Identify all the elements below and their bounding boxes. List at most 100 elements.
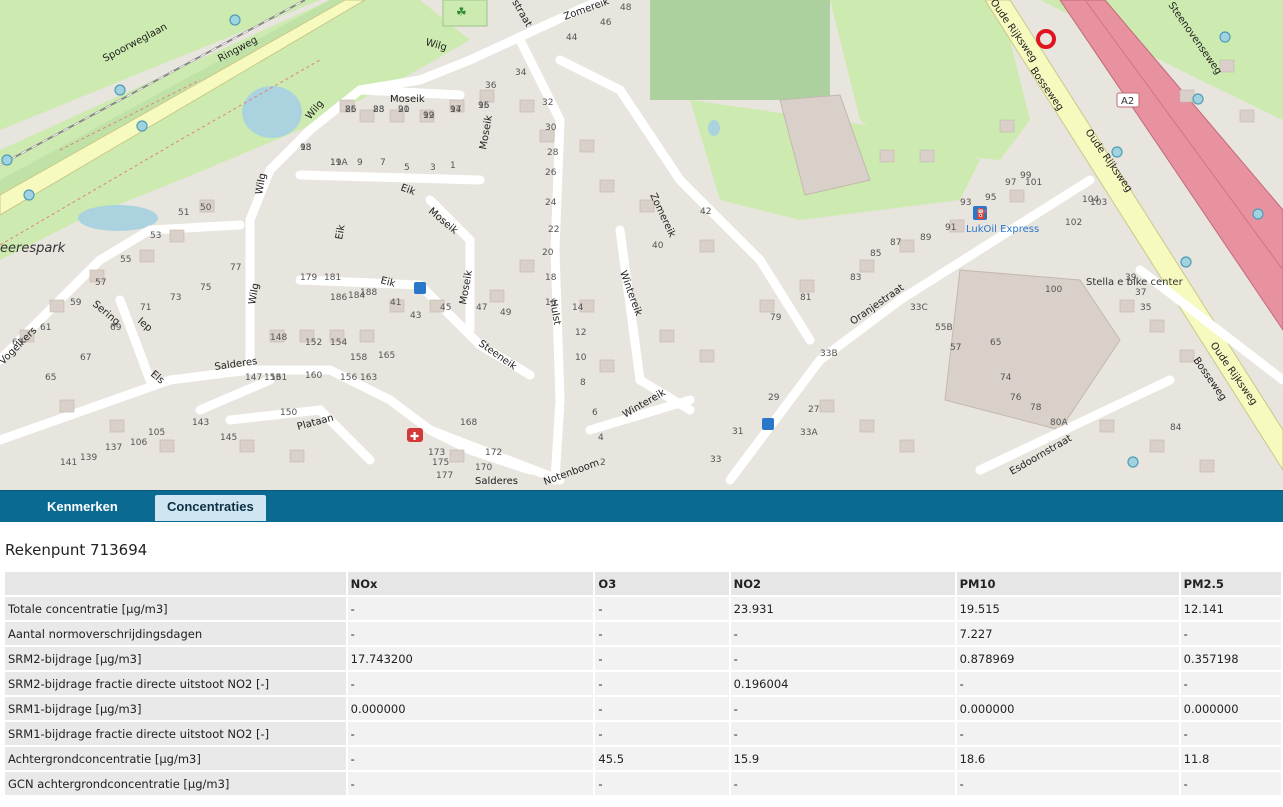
table-row: SRM1-bijdrage fractie directe uitstoot N… <box>5 722 1281 745</box>
street-label: Wilg <box>254 172 269 195</box>
cell-pm25: 0.000000 <box>1180 697 1281 720</box>
house-number-label: 27 <box>808 405 819 415</box>
table-row: SRM2-bijdrage [µg/m3] 17.743200 - - 0.87… <box>5 647 1281 670</box>
house-number-label: 95 <box>985 193 996 203</box>
house-number-label: 5 <box>404 163 410 173</box>
cell-nox: - <box>347 622 594 645</box>
cell-nox: - <box>347 597 594 620</box>
house-number-label: 93 <box>960 198 971 208</box>
cell-o3: - <box>595 672 729 695</box>
house-number-label: 177 <box>436 471 453 481</box>
row-label: SRM2-bijdrage [µg/m3] <box>5 647 346 670</box>
house-number-label: 61 <box>40 323 51 333</box>
cell-no2: 0.196004 <box>730 672 955 695</box>
house-number-label: 79 <box>770 313 782 323</box>
cell-pm10: - <box>956 772 1179 795</box>
cell-o3: - <box>595 722 729 745</box>
street-label: Moseik <box>390 94 425 105</box>
house-number-label: 8 <box>580 378 586 388</box>
cell-o3: 45.5 <box>595 747 729 770</box>
table-row: SRM2-bijdrage fractie directe uitstoot N… <box>5 672 1281 695</box>
row-label: Aantal normoverschrijdingsdagen <box>5 622 346 645</box>
tab-bar: Kenmerken Concentraties <box>0 490 1283 522</box>
cell-nox: - <box>347 747 594 770</box>
row-label: Achtergrondconcentratie [µg/m3] <box>5 747 346 770</box>
cell-no2: - <box>730 772 955 795</box>
house-number-label: 73 <box>170 293 181 303</box>
cell-nox: - <box>347 672 594 695</box>
column-header: O3 <box>595 572 729 595</box>
tab-concentraties[interactable]: Concentraties <box>155 495 266 521</box>
house-number-label: 179 <box>300 273 317 283</box>
house-number-label: 97 <box>1005 178 1016 188</box>
house-number-label: 170 <box>475 463 492 473</box>
house-number-label: 74 <box>1000 373 1012 383</box>
house-number-label: 22 <box>548 225 559 235</box>
cell-pm25: - <box>1180 622 1281 645</box>
house-number-label: 24 <box>545 198 557 208</box>
house-number-label: 139 <box>80 453 97 463</box>
cell-o3: - <box>595 622 729 645</box>
cell-pm10: 7.227 <box>956 622 1179 645</box>
house-number-label: 59 <box>70 298 82 308</box>
map-view[interactable]: Spoorweglaan Ringweg Wilg Wilg Wilg Wilg… <box>0 0 1283 490</box>
cell-o3: - <box>595 772 729 795</box>
street-label: Wilg <box>247 282 262 305</box>
house-number-label: 150 <box>280 408 297 418</box>
house-number-label: 80A <box>1050 418 1068 428</box>
svg-text:⛽: ⛽ <box>976 207 988 220</box>
house-number-label: 28 <box>547 148 559 158</box>
street-label: Moseik <box>478 114 495 150</box>
table-row: SRM1-bijdrage [µg/m3] 0.000000 - - 0.000… <box>5 697 1281 720</box>
street-label: Salderes <box>475 476 518 487</box>
cell-pm10: 18.6 <box>956 747 1179 770</box>
cell-no2: - <box>730 722 955 745</box>
cell-pm10: - <box>956 722 1179 745</box>
panel-title: Rekenpunt 713694 <box>5 541 148 559</box>
cell-pm10: 0.000000 <box>956 697 1179 720</box>
house-number-label: 47 <box>476 303 487 313</box>
cell-no2: - <box>730 647 955 670</box>
house-number-label: 84 <box>1170 423 1182 433</box>
cell-pm25: 11.8 <box>1180 747 1281 770</box>
house-number-label: 33 <box>710 455 721 465</box>
cell-o3: - <box>595 647 729 670</box>
house-number-label: 156 <box>340 373 357 383</box>
cell-o3: - <box>595 697 729 720</box>
house-number-label: 9 <box>357 158 363 168</box>
house-number-label: 40 <box>652 241 664 251</box>
highway-shield: A2 <box>1121 96 1134 107</box>
house-number-label: 175 <box>432 458 449 468</box>
house-number-label: 29 <box>768 393 780 403</box>
cell-nox: 0.000000 <box>347 697 594 720</box>
cell-no2: 15.9 <box>730 747 955 770</box>
house-number-label: 86 <box>345 105 357 115</box>
house-number-label: 147 <box>245 373 262 383</box>
svg-text:✚: ✚ <box>410 430 419 443</box>
house-number-label: 104 <box>1082 195 1099 205</box>
house-number-label: 81 <box>800 293 811 303</box>
row-label: SRM1-bijdrage [µg/m3] <box>5 697 346 720</box>
house-number-label: 165 <box>378 351 395 361</box>
tab-kenmerken[interactable]: Kenmerken <box>35 495 130 519</box>
selected-point-marker[interactable] <box>1036 29 1056 49</box>
cell-o3: - <box>595 597 729 620</box>
cell-nox: - <box>347 722 594 745</box>
house-number-label: 85 <box>870 249 881 259</box>
charging-station-icon <box>762 418 774 430</box>
house-number-label: 37 <box>1135 288 1146 298</box>
poi-fuel-label: LukOil Express <box>966 224 1039 235</box>
house-number-label: 7 <box>380 158 386 168</box>
house-number-label: 145 <box>220 433 237 443</box>
house-number-label: 75 <box>200 283 211 293</box>
house-number-label: 148 <box>270 333 287 343</box>
concentrations-panel: Rekenpunt 713694 NOx O3 NO2 PM10 PM2.5 T… <box>0 522 1283 807</box>
cell-pm25: 0.357198 <box>1180 647 1281 670</box>
house-number-label: 34 <box>515 68 527 78</box>
cell-pm25: - <box>1180 772 1281 795</box>
house-number-label: 105 <box>148 428 165 438</box>
street-label: Zomereik <box>647 192 677 240</box>
concentrations-table: NOx O3 NO2 PM10 PM2.5 Totale concentrati… <box>3 570 1283 797</box>
house-number-label: 32 <box>542 98 553 108</box>
house-number-label: 63 <box>12 338 23 348</box>
